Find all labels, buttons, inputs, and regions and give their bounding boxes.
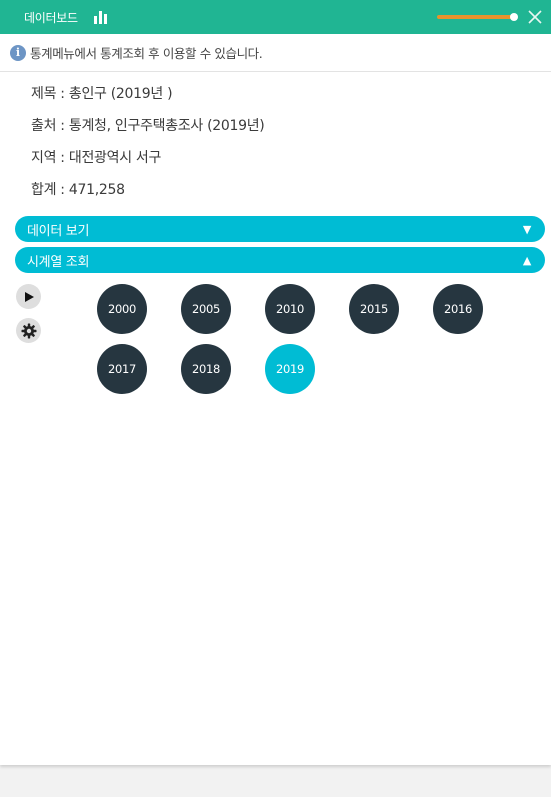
slider-track [437,15,513,19]
stat-source: 출처 : 통계청, 인구주택총조사 (2019년) [31,118,265,134]
year-button-2010[interactable]: 2010 [265,284,315,334]
year-button-2005[interactable]: 2005 [181,284,231,334]
dashboard-panel: 데이터보드 i 통계메뉴에서 통계조회 후 이용할 수 있습니다. 제목 : 총… [0,0,551,765]
data-view-label: 데이터 보기 [27,223,90,239]
timeseries-label: 시계열 조회 [27,254,90,270]
close-icon [528,10,542,24]
stat-region: 지역 : 대전광역시 서구 [31,150,162,166]
year-button-2017[interactable]: 2017 [97,344,147,394]
timeseries-toggle[interactable]: 시계열 조회 ▲ [15,247,545,273]
panel-title: 데이터보드 [24,10,78,25]
year-button-2015[interactable]: 2015 [349,284,399,334]
bar-chart-icon [93,10,107,24]
year-grid: 2000 2005 2010 2015 2016 2017 2018 2019 [97,284,517,394]
slider-thumb[interactable] [510,13,518,21]
year-button-2018[interactable]: 2018 [181,344,231,394]
opacity-slider[interactable] [437,13,518,21]
close-button[interactable] [527,9,543,25]
year-button-2000[interactable]: 2000 [97,284,147,334]
stat-meta: 제목 : 총인구 (2019년 ) 출처 : 통계청, 인구주택총조사 (201… [0,78,551,206]
panel-header: 데이터보드 [0,0,551,34]
settings-button[interactable] [16,318,41,343]
info-message: 통계메뉴에서 통계조회 후 이용할 수 있습니다. [30,46,263,61]
chevron-up-icon: ▲ [522,254,531,267]
data-view-toggle[interactable]: 데이터 보기 ▼ [15,216,545,242]
chevron-down-icon: ▼ [522,223,531,236]
year-button-2016[interactable]: 2016 [433,284,483,334]
stat-total: 합계 : 471,258 [31,182,125,198]
info-bar: i 통계메뉴에서 통계조회 후 이용할 수 있습니다. [0,34,551,72]
stat-title: 제목 : 총인구 (2019년 ) [31,86,173,102]
play-icon [24,291,34,302]
gear-icon [21,323,36,338]
play-button[interactable] [16,284,41,309]
year-button-2019[interactable]: 2019 [265,344,315,394]
info-icon: i [10,44,26,61]
